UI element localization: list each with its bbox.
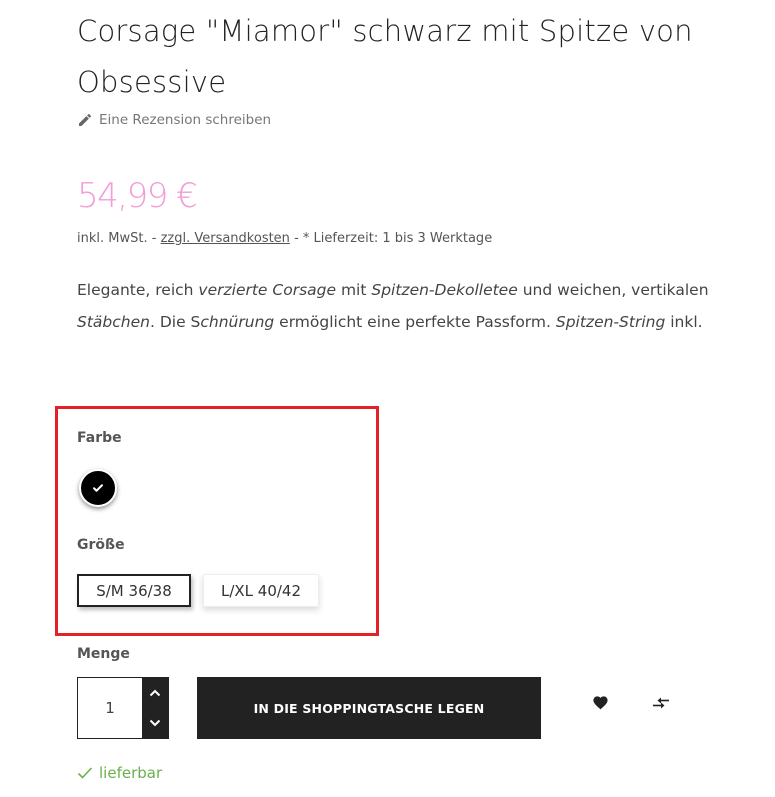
product-description: Elegante, reich verzierte Corsage mit Sp…	[77, 274, 717, 338]
description-text: Elegante, reich	[77, 281, 199, 299]
quantity-stepper	[77, 677, 169, 739]
quantity-increase-button[interactable]	[142, 678, 168, 708]
quantity-label: Menge	[77, 646, 130, 662]
description-text: . Die S	[149, 313, 201, 331]
chevron-down-icon	[149, 719, 161, 727]
availability-label: lieferbar	[99, 764, 163, 782]
description-text: und weichen, vertikalen	[517, 281, 709, 299]
checkmark-icon	[93, 484, 103, 492]
product-price: 54,99 €	[77, 176, 198, 216]
description-emphasis: chnürung	[200, 313, 275, 331]
size-option-lxl[interactable]: L/XL 40/42	[203, 574, 319, 607]
description-emphasis: Spitzen-Dekolletee	[371, 281, 518, 299]
write-review-label: Eine Rezension schreiben	[99, 112, 272, 128]
shipping-costs-link[interactable]: zzgl. Versandkosten	[161, 231, 290, 246]
compare-arrows-icon	[653, 697, 669, 709]
quantity-input[interactable]	[78, 678, 142, 738]
color-swatch-black[interactable]	[79, 469, 117, 507]
quantity-decrease-button[interactable]	[142, 708, 168, 738]
description-emphasis: verzierte Corsage	[198, 281, 337, 299]
description-text: ermöglicht eine perfekte Passform.	[274, 313, 556, 331]
wishlist-button[interactable]	[592, 694, 609, 714]
description-emphasis: Stäbchen	[77, 313, 150, 331]
chevron-up-icon	[149, 689, 161, 697]
compare-button[interactable]	[652, 695, 670, 714]
size-label: Größe	[77, 537, 125, 553]
write-review-link[interactable]: Eine Rezension schreiben	[77, 112, 271, 128]
add-to-cart-button[interactable]: IN DIE SHOPPINGTASCHE LEGEN	[197, 677, 541, 739]
tax-prefix: inkl. MwSt. -	[77, 231, 157, 246]
description-text: inkl.	[665, 313, 703, 331]
size-option-sm[interactable]: S/M 36/38	[77, 574, 191, 607]
description-text: mit	[336, 281, 372, 299]
color-label: Farbe	[77, 430, 122, 446]
quantity-arrows	[142, 678, 168, 738]
product-title: Corsage "Miamor" schwarz mit Spitze von …	[77, 14, 693, 99]
description-emphasis: Spitzen-String	[555, 313, 666, 331]
heart-icon	[593, 696, 608, 710]
delivery-time: - * Lieferzeit: 1 bis 3 Werktage	[294, 231, 493, 246]
availability-status: lieferbar	[77, 764, 162, 782]
checkmark-icon	[77, 767, 93, 779]
tax-info: inkl. MwSt. - zzgl. Versandkosten - * Li…	[77, 231, 492, 246]
pencil-icon	[79, 113, 92, 126]
